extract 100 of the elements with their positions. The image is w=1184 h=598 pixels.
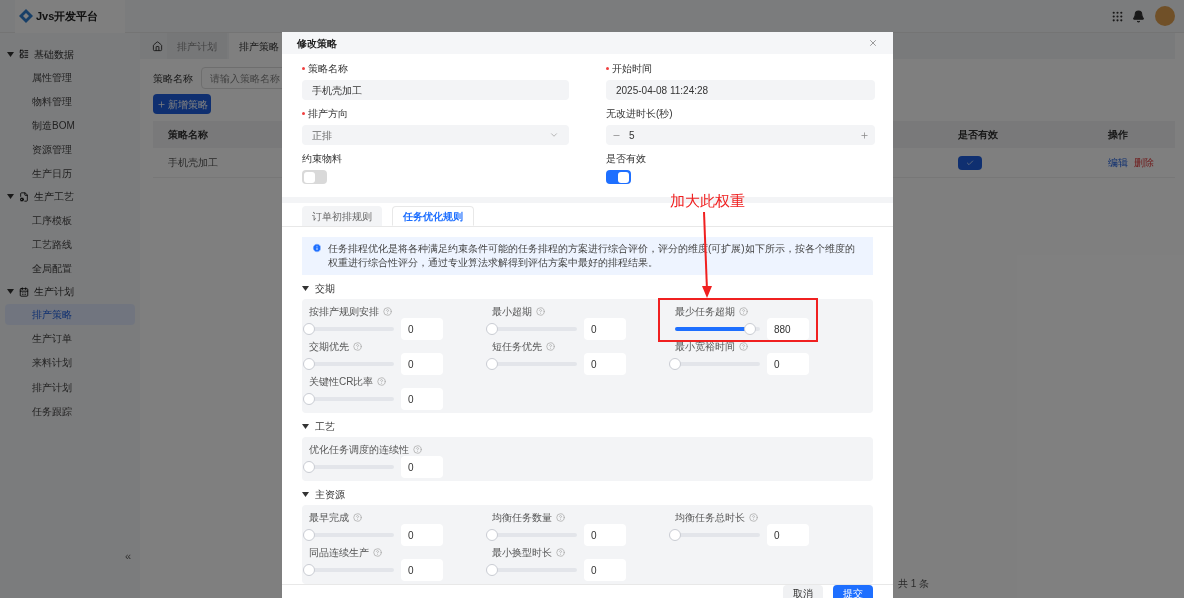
sidebar-item[interactable]: 资源管理 [5,139,135,161]
check-icon [966,158,974,167]
sidebar-item[interactable]: 属性管理 [5,66,135,88]
add-strategy-button[interactable]: 新增策略 [153,94,211,114]
notification-bell-icon[interactable] [1132,9,1145,23]
help-icon [739,306,748,316]
slider-thumb[interactable] [486,564,498,576]
sidebar-item[interactable]: 生产订单 [5,328,135,350]
number-field[interactable]: 0 [767,353,809,375]
help-icon [383,306,392,316]
help-icon [377,376,387,386]
home-icon[interactable] [152,40,163,52]
annotation-text: 加大此权重 [670,191,745,211]
number-stepper[interactable]: 5 [606,125,875,146]
sidebar-item[interactable]: 来料计划 [5,352,135,374]
slider-thumb[interactable] [486,323,498,335]
select-field[interactable]: 正排 [302,125,569,146]
slider-thumb[interactable] [303,323,315,335]
number-field[interactable]: 0 [584,524,626,546]
column-header: 策略名称 [168,129,208,140]
close-icon[interactable] [868,38,878,49]
sidebar-item[interactable]: 排产策略 [5,304,135,326]
plus-icon [156,99,166,109]
weight-label: 最小宽裕时间 [675,339,735,354]
weight-label: 交期优先 [309,339,349,354]
caret-icon[interactable] [302,422,309,430]
number-field[interactable]: 0 [401,318,443,340]
weight-label: 按排产规则安排 [309,304,379,319]
slider-thumb[interactable] [669,358,681,370]
sidebar-item[interactable]: 物料管理 [5,90,135,112]
rule-tab[interactable]: 任务优化规则 [392,206,474,226]
slider-thumb[interactable] [303,358,315,370]
slider-thumb[interactable] [303,529,315,541]
text-field[interactable]: 2025-04-08 11:24:28 [606,80,875,101]
weight-label: 最早完成 [309,510,349,525]
number-field[interactable]: 0 [584,353,626,375]
number-field[interactable]: 0 [401,524,443,546]
toggle-switch[interactable] [302,170,327,185]
sidebar-item[interactable]: 生产日历 [5,163,135,185]
section-header[interactable]: 主资源 [315,486,345,502]
toggle-switch[interactable] [606,170,631,185]
caret-icon[interactable] [302,490,309,498]
help-icon [749,512,758,522]
sidebar-group[interactable]: 基础数据 [34,46,74,62]
collapse-button[interactable]: « [120,548,136,564]
number-field[interactable]: 0 [584,318,626,340]
sidebar-item[interactable]: 制造BOM [5,114,135,136]
search-label: 策略名称 [153,71,193,86]
number-field[interactable]: 0 [401,353,443,375]
sidebar-item[interactable]: 排产计划 [5,376,135,398]
user-avatar[interactable] [1155,6,1175,26]
rule-tab[interactable]: 订单初排规则 [302,206,382,226]
dialog-button[interactable]: 提交 [833,585,873,598]
slider-thumb[interactable] [669,529,681,541]
row-action-link[interactable]: 删除 [1134,155,1154,170]
number-field[interactable]: 880 [767,318,809,340]
sidebar-item[interactable]: 工序模板 [5,209,135,231]
number-field[interactable]: 0 [401,388,443,410]
sidebar-group[interactable]: 生产工艺 [34,189,74,205]
number-field[interactable]: 0 [401,559,443,581]
sidebar-item[interactable]: 全局配置 [5,257,135,279]
row-action-link[interactable]: 编辑 [1108,155,1128,170]
help-icon [536,306,545,316]
apps-grid-icon[interactable] [1111,9,1124,23]
help-icon [556,547,565,557]
group-icon [19,286,29,297]
sidebar-item[interactable]: 任务跟踪 [5,400,135,422]
weight-label: 优化任务调度的连续性 [309,442,409,457]
slider-thumb[interactable] [486,529,498,541]
plus-icon[interactable] [860,130,869,140]
field-label: 约束物料 [302,151,342,166]
slider-thumb[interactable] [743,323,756,335]
slider-thumb[interactable] [303,461,315,473]
info-icon [312,243,322,253]
help-icon [353,512,362,522]
section-header[interactable]: 工艺 [315,418,335,434]
number-field[interactable]: 0 [584,559,626,581]
field-label: 排产方向 [308,106,348,121]
sidebar-item[interactable]: 工艺路线 [5,233,135,255]
section-header[interactable]: 交期 [315,280,335,296]
weight-label: 关键性CR比率 [309,374,374,389]
caret-icon[interactable] [302,284,309,292]
logo-icon [19,9,33,23]
column-header: 操作 [1108,129,1128,140]
number-field[interactable]: 0 [767,524,809,546]
slider-thumb[interactable] [486,358,498,370]
logo-title: Jvs开发平台 [36,8,99,24]
column-header: 是否有效 [958,129,998,140]
weight-label: 同品连续生产 [309,545,369,560]
weight-label: 最小换型时长 [492,545,552,560]
dialog-button[interactable]: 取消 [783,585,823,598]
sidebar-group[interactable]: 生产计划 [34,284,74,299]
help-icon [556,512,565,522]
pagination-total: 共 1 条 [898,576,930,591]
dialog-title: 修改策略 [297,36,337,51]
slider-thumb[interactable] [303,393,315,405]
text-field[interactable]: 手机壳加工 [302,80,569,101]
slider-thumb[interactable] [303,564,315,576]
weight-label: 最小超期 [492,304,532,319]
number-field[interactable]: 0 [401,456,443,478]
